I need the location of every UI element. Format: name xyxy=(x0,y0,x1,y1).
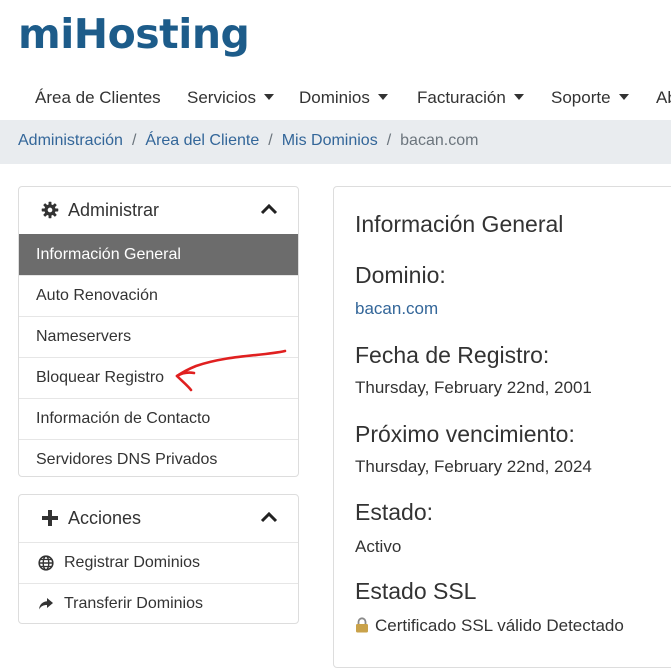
vencimiento-label: Próximo vencimiento: xyxy=(355,421,575,447)
acciones-title: Acciones xyxy=(68,508,142,528)
nav-soporte[interactable]: Soporte xyxy=(551,88,629,108)
nav-truncated-item[interactable]: Ab xyxy=(656,88,671,108)
acciones-panel: Acciones Registrar Dominios Transferir D… xyxy=(18,494,299,624)
dominio-value-link[interactable]: bacan.com xyxy=(355,299,438,319)
sidebar-item-registrar-dominios[interactable]: Registrar Dominios xyxy=(19,542,298,583)
page-title: Información General xyxy=(355,211,564,237)
sidebar-item-label: Registrar Dominios xyxy=(64,554,201,571)
caret-down-icon xyxy=(263,94,274,100)
caret-down-icon xyxy=(618,94,629,100)
sidebar-item-label: Nameservers xyxy=(36,328,132,345)
nav-dominios[interactable]: Dominios xyxy=(299,88,388,108)
estado-label: Estado: xyxy=(355,499,433,525)
acciones-panel-header[interactable]: Acciones xyxy=(19,495,298,542)
fecha-registro-value: Thursday, February 22nd, 2001 xyxy=(355,378,592,397)
sidebar-item-label: Auto Renovación xyxy=(36,287,158,304)
chevron-up-icon[interactable] xyxy=(260,511,278,523)
globe-icon xyxy=(38,555,54,571)
ssl-label: Estado SSL xyxy=(355,578,477,604)
nav-label: Facturación xyxy=(417,88,506,107)
nav-label: Dominios xyxy=(299,88,370,107)
fecha-registro-label: Fecha de Registro: xyxy=(355,342,550,368)
ssl-status-text: Certificado SSL válido Detectado xyxy=(375,616,624,635)
nav-label: Ab xyxy=(656,88,671,107)
breadcrumb: Administración / Área del Cliente / Mis Domi… xyxy=(18,132,478,150)
breadcrumb-current: bacan.com xyxy=(400,132,479,149)
sidebar-item-label: Transferir Dominios xyxy=(64,595,203,612)
administrar-title: Administrar xyxy=(68,200,160,220)
top-navigation: Área de Clientes Servicios Dominios Fact… xyxy=(0,78,671,120)
gear-icon xyxy=(41,201,59,219)
sidebar-item-transferir-dominios[interactable]: Transferir Dominios xyxy=(19,583,298,623)
administrar-panel: Administrar Información General Auto Ren… xyxy=(18,186,299,477)
chevron-up-icon[interactable] xyxy=(260,203,278,215)
nav-label: Servicios xyxy=(187,88,256,107)
sidebar-item-nameservers[interactable]: Nameservers xyxy=(19,316,298,357)
domain-info-card: Información General Dominio: bacan.com F… xyxy=(333,186,671,668)
site-logo[interactable]: miHosting xyxy=(18,6,250,62)
breadcrumb-area-cliente[interactable]: Área del Cliente xyxy=(145,132,259,149)
nav-facturacion[interactable]: Facturación xyxy=(417,88,524,108)
sidebar-item-label: Información de Contacto xyxy=(36,410,211,427)
breadcrumb-mis-dominios[interactable]: Mis Dominios xyxy=(282,132,378,149)
sidebar-item-bloquear-registro[interactable]: Bloquear Registro xyxy=(19,357,298,398)
breadcrumb-bar: Administración / Área del Cliente / Mis Domi… xyxy=(0,120,671,164)
breadcrumb-separator: / xyxy=(268,132,273,149)
ssl-status: Certificado SSL válido Detectado xyxy=(355,616,624,636)
lock-icon xyxy=(356,617,368,633)
sidebar-item-label: Bloquear Registro xyxy=(36,369,165,386)
caret-down-icon xyxy=(377,94,388,100)
nav-area-clientes[interactable]: Área de Clientes xyxy=(35,88,161,108)
caret-down-icon xyxy=(513,94,524,100)
vencimiento-value: Thursday, February 22nd, 2024 xyxy=(355,457,592,476)
nav-label: Soporte xyxy=(551,88,611,107)
sidebar-item-auto-renovacion[interactable]: Auto Renovación xyxy=(19,275,298,316)
sidebar-item-label: Servidores DNS Privados xyxy=(36,451,218,468)
nav-servicios[interactable]: Servicios xyxy=(187,88,274,108)
administrar-panel-header[interactable]: Administrar xyxy=(19,187,298,234)
sidebar-item-informacion-general[interactable]: Información General xyxy=(19,234,298,275)
nav-label: Área de Clientes xyxy=(35,88,161,107)
breadcrumb-separator: / xyxy=(386,132,392,149)
share-arrow-icon xyxy=(39,598,53,610)
breadcrumb-administracion[interactable]: Administración xyxy=(18,132,123,149)
dominio-label: Dominio: xyxy=(355,262,446,288)
sidebar-item-label: Información General xyxy=(36,246,181,263)
breadcrumb-separator: / xyxy=(131,132,137,149)
plus-icon xyxy=(42,510,58,526)
estado-value: Activo xyxy=(355,537,402,556)
sidebar-item-informacion-contacto[interactable]: Información de Contacto xyxy=(19,398,298,439)
sidebar-item-servidores-dns[interactable]: Servidores DNS Privados xyxy=(19,439,298,476)
